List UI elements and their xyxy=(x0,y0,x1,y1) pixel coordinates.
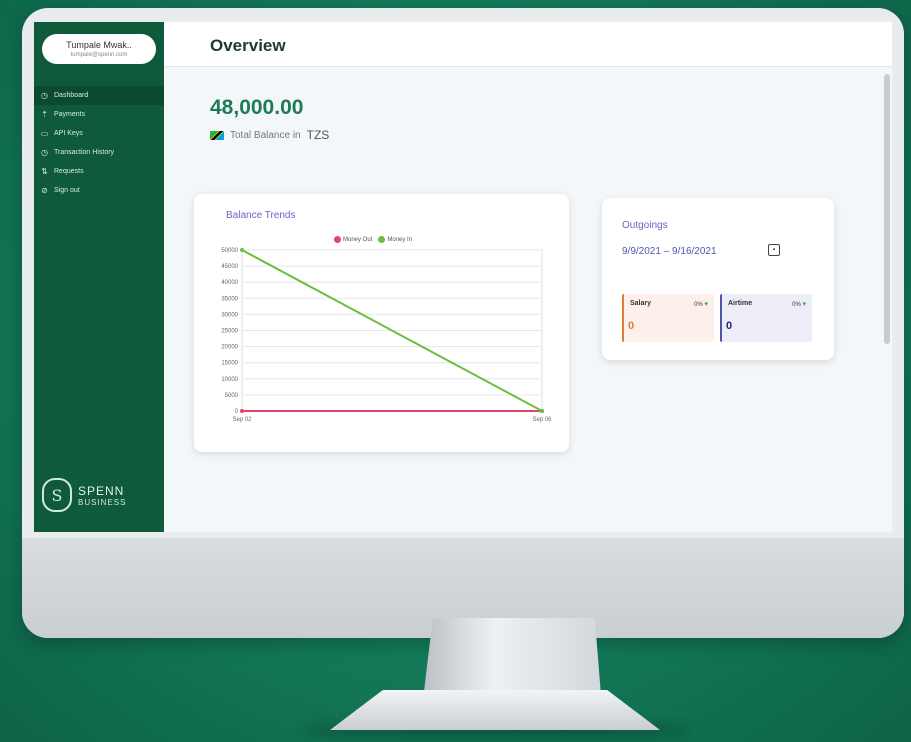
outgoings-card: Outgoings 9/9/2021 – 9/16/2021 ▪ Salary … xyxy=(602,198,834,360)
y-tick-label: 0 xyxy=(235,409,239,415)
page-title: Overview xyxy=(210,36,286,55)
brand-name: SPENN xyxy=(78,483,125,498)
sidebar-item-label: Requests xyxy=(54,168,84,175)
salary-stat: Salary 0% ▾ 0 xyxy=(622,294,714,342)
y-tick-label: 5000 xyxy=(225,393,239,399)
upload-icon: ⇡ xyxy=(41,110,48,119)
tanzania-flag-icon xyxy=(210,130,224,140)
brand-sub: BUSINESS xyxy=(78,497,127,507)
x-tick-label: Sep 02 xyxy=(232,417,252,423)
balance-amount: 48,000.00 xyxy=(210,96,304,119)
clock-icon: ◷ xyxy=(41,91,48,100)
data-point-money-out xyxy=(240,409,244,413)
sidebar-item-label: Sign out xyxy=(54,187,80,194)
sidebar-item-label: Transaction History xyxy=(54,149,115,156)
sidebar-item-label: Payments xyxy=(54,111,86,118)
data-point-money-in xyxy=(540,409,544,413)
airtime-value: 0 xyxy=(726,320,733,332)
salary-label: Salary xyxy=(630,300,652,307)
balance-label: Total Balance in xyxy=(230,129,301,141)
sidebar-item-label: Dashboard xyxy=(54,92,89,99)
caret-down-icon: ▾ xyxy=(704,301,708,308)
key-icon: ▭ xyxy=(40,129,49,138)
user-card[interactable]: Tumpale Mwak.. tumpale@spenn.com xyxy=(42,34,156,64)
caret-down-icon: ▾ xyxy=(802,301,806,308)
y-tick-label: 10000 xyxy=(221,377,238,383)
outgoings-title: Outgoings xyxy=(622,220,668,231)
balance-trends-card: Balance Trends Money Out Money In 0 5000 1… xyxy=(194,194,569,452)
y-tick-label: 15000 xyxy=(221,361,238,367)
airtime-stat: Airtime 0% ▾ 0 xyxy=(720,294,812,342)
scrollbar[interactable] xyxy=(884,74,890,344)
y-tick-label: 35000 xyxy=(221,296,238,302)
sidebar-item-payments[interactable]: ⇡ Payments xyxy=(34,105,164,124)
sidebar-item-sign-out[interactable]: ⊘ Sign out xyxy=(34,181,164,200)
balance-label-row: Total Balance in TZS xyxy=(210,128,329,142)
monitor-stand-base xyxy=(330,690,660,730)
y-tick-label: 30000 xyxy=(221,312,238,318)
user-email: tumpale@spenn.com xyxy=(70,52,128,58)
date-range[interactable]: 9/9/2021 – 9/16/2021 xyxy=(622,246,717,257)
salary-pct: 0% ▾ xyxy=(694,301,708,308)
monitor: Tumpale Mwak.. tumpale@spenn.com ◷ Dashb… xyxy=(22,8,904,638)
y-tick-label: 25000 xyxy=(221,329,238,335)
sidebar-item-label: API Keys xyxy=(54,130,83,137)
spenn-logo-icon: S xyxy=(42,478,72,512)
sidebar-nav: ◷ Dashboard ⇡ Payments ▭ API Keys ◷ Tran… xyxy=(34,86,164,200)
history-icon: ◷ xyxy=(41,148,48,157)
sidebar-item-api-keys[interactable]: ▭ API Keys xyxy=(34,124,164,143)
y-tick-label: 20000 xyxy=(221,345,238,351)
sidebar-item-transaction-history[interactable]: ◷ Transaction History xyxy=(34,143,164,162)
y-tick-label: 45000 xyxy=(221,264,238,270)
brand-logo: S SPENN BUSINESS xyxy=(42,478,126,512)
calendar-icon[interactable]: ▪ xyxy=(768,244,780,256)
sidebar-item-requests[interactable]: ⇅ Requests xyxy=(34,162,164,181)
y-tick-label: 50000 xyxy=(221,248,238,254)
top-bar: Overview xyxy=(164,22,892,67)
sidebar-item-dashboard[interactable]: ◷ Dashboard xyxy=(34,86,164,105)
balance-currency: TZS xyxy=(306,128,330,142)
sign-out-icon: ⊘ xyxy=(41,186,48,195)
x-tick-label: Sep 06 xyxy=(532,417,552,423)
screen: Tumpale Mwak.. tumpale@spenn.com ◷ Dashb… xyxy=(34,22,892,532)
requests-icon: ⇅ xyxy=(41,167,48,176)
airtime-label: Airtime xyxy=(728,300,753,307)
user-name: Tumpale Mwak.. xyxy=(66,40,132,50)
sidebar: Tumpale Mwak.. tumpale@spenn.com ◷ Dashb… xyxy=(34,22,164,532)
airtime-pct: 0% ▾ xyxy=(792,301,806,308)
salary-value: 0 xyxy=(628,320,635,332)
data-point-money-in xyxy=(240,248,244,252)
y-tick-label: 40000 xyxy=(221,280,238,286)
balance-trends-chart: 0 5000 10000 15000 20000 25000 30000 35000 40000… xyxy=(221,248,552,423)
